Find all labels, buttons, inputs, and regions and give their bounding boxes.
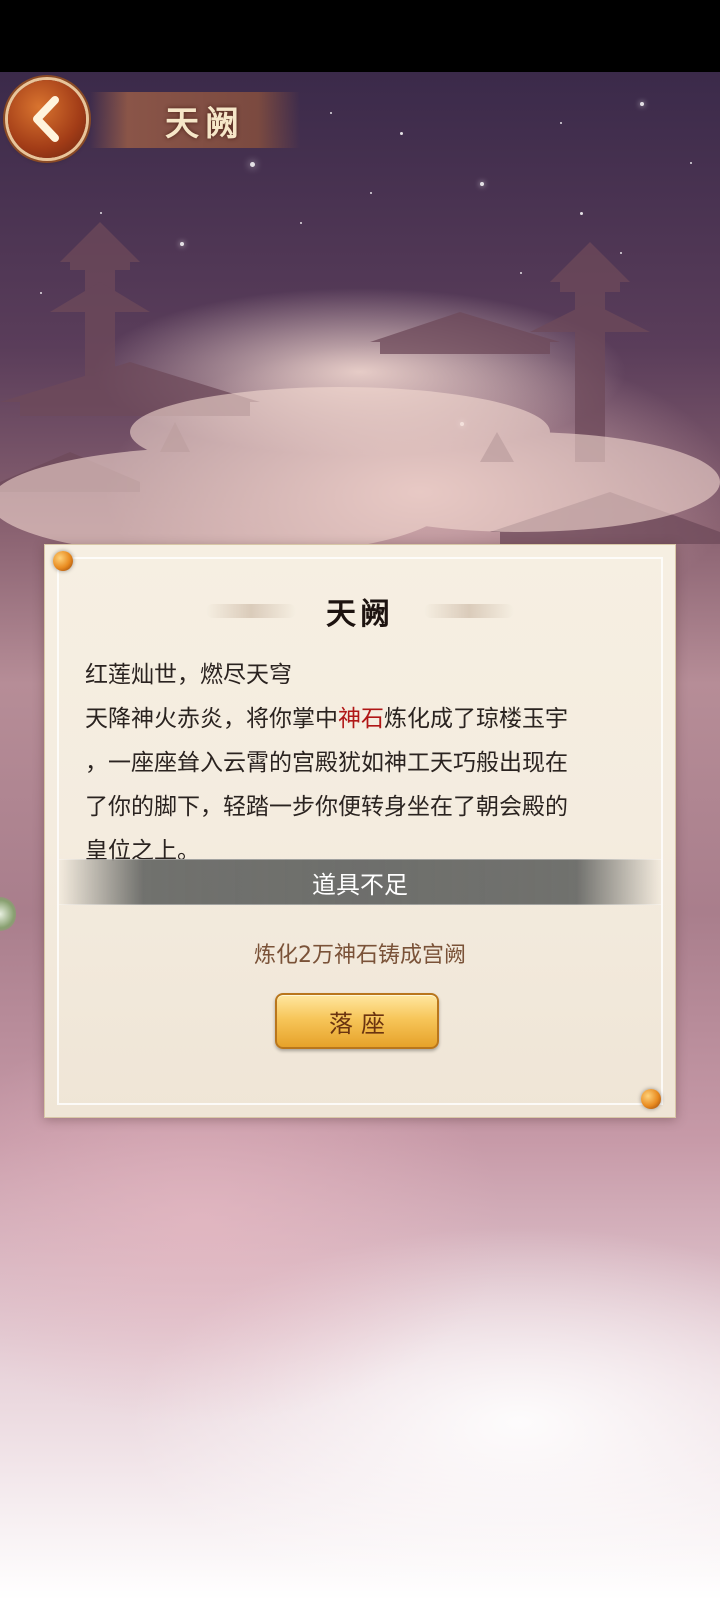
cost-description: 炼化2万神石铸成宫阙 — [254, 943, 466, 968]
cloud-ornament-right — [424, 604, 514, 618]
status-bar — [0, 0, 720, 72]
dialog-title-row: 天阙 — [45, 589, 675, 633]
toast-text: 道具不足 — [312, 870, 408, 899]
highlight-keyword: 神石 — [338, 706, 384, 732]
corner-orb-icon — [641, 1089, 661, 1109]
palace-dialog: 天阙 红莲灿世，燃尽天穹 天降神火赤炎，将你掌中神石炼化成了琼楼玉宇 ，一座座耸… — [44, 544, 676, 1118]
cloud-ornament-left — [206, 604, 296, 618]
story-line: ，一座座耸入云霄的宫殿犹如神工天巧般出现在 — [85, 750, 568, 776]
dialog-title: 天阙 — [326, 597, 394, 632]
sit-button[interactable]: 落座 — [275, 993, 439, 1049]
story-line: 天降神火赤炎，将你掌中神石炼化成了琼楼玉宇 — [85, 706, 568, 732]
story-line: 了你的脚下，轻踏一步你便转身坐在了朝会殿的 — [85, 794, 568, 820]
corner-orb-icon — [53, 551, 73, 571]
page-title: 天阙 — [165, 103, 245, 144]
sit-button-label: 落座 — [329, 1009, 393, 1038]
side-glow-ornament — [0, 897, 16, 931]
story-line: 红莲灿世，燃尽天穹 — [85, 662, 292, 688]
insufficient-items-toast: 道具不足 — [59, 859, 661, 905]
story-text: 红莲灿世，燃尽天穹 天降神火赤炎，将你掌中神石炼化成了琼楼玉宇 ，一座座耸入云霄… — [85, 653, 645, 873]
chevron-left-icon — [33, 96, 59, 142]
page-title-banner: 天阙 — [90, 92, 300, 148]
back-button[interactable] — [8, 80, 86, 158]
